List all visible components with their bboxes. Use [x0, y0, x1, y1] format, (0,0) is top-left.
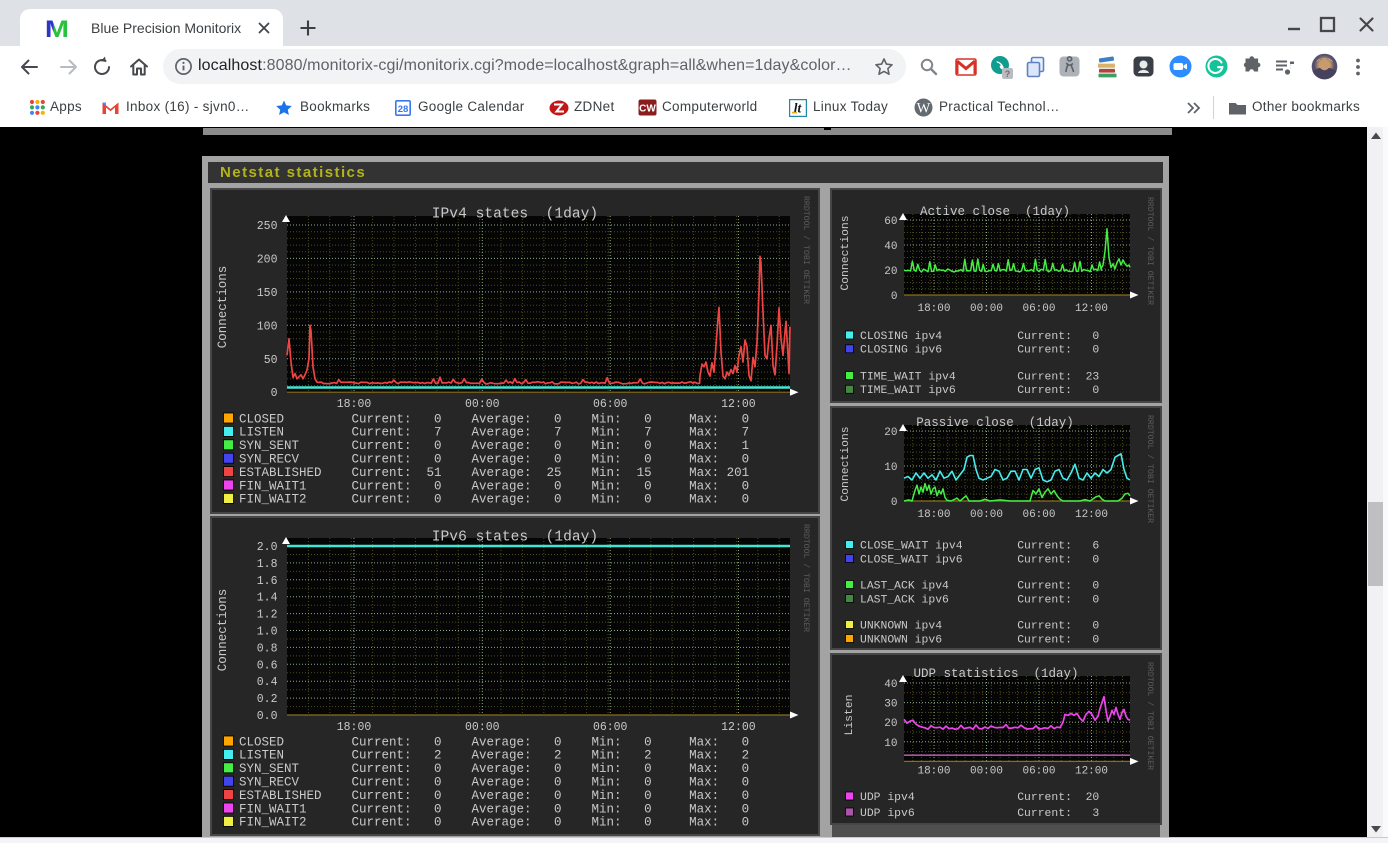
svg-text:UDP ipv4 Current: UDP ipv4 Current: 20 — [860, 792, 1099, 804]
svg-text:0.6: 0.6 — [257, 659, 278, 672]
svg-text:CLOSE_WAIT ipv6 Current: CLOSE_WAIT ipv6 Current: 0 — [860, 554, 1099, 566]
svg-text:06:00: 06:00 — [593, 398, 628, 411]
svg-text:SYN_SENT Current: 0: SYN_SENT Current: 0 Average: 0 Min: 0 Ma… — [239, 439, 749, 453]
svg-text:40: 40 — [884, 241, 897, 253]
svg-text:0.4: 0.4 — [257, 676, 278, 689]
svg-text:RRDTOOL / TOBI OETIKER: RRDTOOL / TOBI OETIKER — [801, 196, 811, 304]
svg-text:CLOSED Current: 0: CLOSED Current: 0 Average: 0 Min: 0 Max:… — [239, 735, 749, 749]
svg-text:00:00: 00:00 — [970, 509, 1003, 521]
svg-text:40: 40 — [884, 679, 897, 691]
svg-text:FIN_WAIT2 Current: 0: FIN_WAIT2 Current: 0 Average: 0 Min: 0 M… — [239, 816, 749, 830]
svg-text:60: 60 — [884, 216, 897, 228]
svg-text:12:00: 12:00 — [1075, 766, 1108, 778]
svg-text:FIN_WAIT1 Current: 0: FIN_WAIT1 Current: 0 Average: 0 Min: 0 M… — [239, 479, 749, 493]
svg-text:LAST_ACK ipv6 Current: LAST_ACK ipv6 Current: 0 — [860, 594, 1099, 606]
svg-text:IPv4 states (1day): IPv4 states (1day) — [432, 207, 598, 223]
svg-text:Active close (1day): Active close (1day) — [920, 205, 1070, 219]
svg-text:RRDTOOL / TOBI OETIKER: RRDTOOL / TOBI OETIKER — [801, 524, 811, 632]
svg-text:0: 0 — [891, 497, 898, 509]
svg-text:UDP ipv6 Current: UDP ipv6 Current: 3 — [860, 808, 1099, 820]
svg-text:18:00: 18:00 — [917, 766, 950, 778]
svg-text:12:00: 12:00 — [1075, 509, 1108, 521]
svg-text:UNKNOWN ipv6 Current: UNKNOWN ipv6 Current: 0 — [860, 634, 1099, 646]
svg-text:RRDTOOL / TOBI OETIKER: RRDTOOL / TOBI OETIKER — [1145, 197, 1155, 305]
svg-text:10: 10 — [884, 462, 897, 474]
svg-text:FIN_WAIT2 Current: 0: FIN_WAIT2 Current: 0 Average: 0 Min: 0 M… — [239, 493, 749, 507]
svg-text:CLOSING ipv4 Current: CLOSING ipv4 Current: 0 — [860, 331, 1099, 343]
svg-text:?: ? — [1005, 69, 1011, 79]
svg-text:TIME_WAIT ipv4 Current: TIME_WAIT ipv4 Current: 23 — [860, 371, 1099, 383]
svg-text:0.0: 0.0 — [257, 710, 278, 723]
svg-text:Connections: Connections — [840, 426, 852, 501]
svg-text:00:00: 00:00 — [970, 766, 1003, 778]
svg-text:28: 28 — [398, 104, 409, 115]
svg-text:LISTEN Current: 7: LISTEN Current: 7 Average: 7 Min: 7 Max:… — [239, 426, 749, 440]
svg-text:1.2: 1.2 — [257, 609, 278, 622]
svg-text:10: 10 — [884, 738, 897, 750]
svg-text:18:00: 18:00 — [917, 303, 950, 315]
svg-text:18:00: 18:00 — [337, 721, 372, 734]
svg-text:250: 250 — [257, 220, 278, 233]
svg-text:Passive close (1day): Passive close (1day) — [916, 416, 1074, 430]
svg-text:18:00: 18:00 — [917, 509, 950, 521]
svg-text:LAST_ACK ipv4 Current: LAST_ACK ipv4 Current: 0 — [860, 580, 1099, 592]
svg-text:1.0: 1.0 — [257, 626, 278, 639]
svg-text:00:00: 00:00 — [465, 398, 500, 411]
svg-text:12:00: 12:00 — [1075, 303, 1108, 315]
svg-text:W: W — [916, 101, 930, 117]
svg-text:CLOSE_WAIT ipv4 Current: CLOSE_WAIT ipv4 Current: 6 — [860, 540, 1099, 552]
svg-text:20: 20 — [884, 266, 897, 278]
svg-text:2.0: 2.0 — [257, 541, 278, 554]
svg-text:IPv6 states (1day): IPv6 states (1day) — [432, 530, 598, 546]
svg-text:Listen: Listen — [844, 694, 856, 735]
svg-text:0: 0 — [271, 387, 278, 400]
svg-text:06:00: 06:00 — [1022, 303, 1055, 315]
svg-text:SYN_RECV Current: 0: SYN_RECV Current: 0 Average: 0 Min: 0 Ma… — [239, 776, 749, 790]
svg-text:150: 150 — [257, 287, 278, 300]
svg-text:FIN_WAIT1 Current: 0: FIN_WAIT1 Current: 0 Average: 0 Min: 0 M… — [239, 802, 749, 816]
svg-text:UNKNOWN ipv4 Current: UNKNOWN ipv4 Current: 0 — [860, 620, 1099, 632]
svg-text:SYN_RECV Current: 0: SYN_RECV Current: 0 Average: 0 Min: 0 Ma… — [239, 453, 749, 467]
svg-text:0.2: 0.2 — [257, 693, 278, 706]
svg-text:18:00: 18:00 — [337, 398, 372, 411]
svg-text:Connections: Connections — [216, 266, 230, 349]
svg-text:20: 20 — [884, 718, 897, 730]
svg-text:LISTEN Current: 2: LISTEN Current: 2 Average: 2 Min: 2 Max:… — [239, 749, 749, 763]
svg-text:06:00: 06:00 — [1022, 766, 1055, 778]
svg-text:06:00: 06:00 — [1022, 509, 1055, 521]
svg-text:UDP statistics (1day): UDP statistics (1day) — [913, 667, 1078, 681]
svg-text:1.6: 1.6 — [257, 575, 278, 588]
svg-text:200: 200 — [257, 253, 278, 266]
svg-text:00:00: 00:00 — [970, 303, 1003, 315]
svg-text:Connections: Connections — [216, 589, 230, 672]
svg-text:RRDTOOL / TOBI OETIKER: RRDTOOL / TOBI OETIKER — [1145, 415, 1155, 523]
svg-text:0: 0 — [891, 291, 898, 303]
svg-text:20: 20 — [884, 427, 897, 439]
svg-text:100: 100 — [257, 320, 278, 333]
svg-text:1.4: 1.4 — [257, 592, 278, 605]
svg-text:0.8: 0.8 — [257, 642, 278, 655]
svg-text:06:00: 06:00 — [593, 721, 628, 734]
svg-text:SYN_SENT Current: 0: SYN_SENT Current: 0 Average: 0 Min: 0 Ma… — [239, 762, 749, 776]
svg-text:CLOSING ipv6 Current: CLOSING ipv6 Current: 0 — [860, 345, 1099, 357]
svg-text:RRDTOOL / TOBI OETIKER: RRDTOOL / TOBI OETIKER — [1145, 662, 1155, 770]
svg-text:50: 50 — [264, 354, 278, 367]
svg-text:CW: CW — [639, 104, 656, 115]
svg-text:Connections: Connections — [840, 215, 852, 290]
svg-text:12:00: 12:00 — [721, 398, 756, 411]
svg-text:TIME_WAIT ipv6 Current: TIME_WAIT ipv6 Current: 0 — [860, 385, 1099, 397]
svg-text:ESTABLISHED Current: 0: ESTABLISHED Current: 0 Average: 0 Min: 0… — [239, 789, 749, 803]
svg-text:1.8: 1.8 — [257, 558, 278, 571]
svg-text:12:00: 12:00 — [721, 721, 756, 734]
svg-text:30: 30 — [884, 699, 897, 711]
svg-text:00:00: 00:00 — [465, 721, 500, 734]
svg-text:ESTABLISHED Current: 51: ESTABLISHED Current: 51 Average: 25 Min:… — [239, 466, 749, 480]
svg-text:CLOSED Current: 0: CLOSED Current: 0 Average: 0 Min: 0 Max:… — [239, 412, 749, 426]
